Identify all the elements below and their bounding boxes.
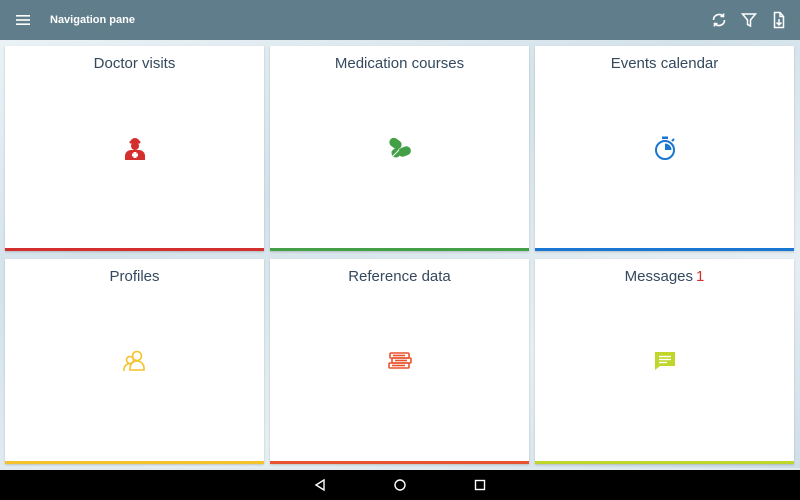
menu-icon[interactable] — [12, 9, 34, 31]
recents-icon[interactable] — [470, 475, 490, 495]
tile-accent-bar — [270, 248, 529, 251]
filter-icon[interactable] — [738, 9, 760, 31]
unread-count-badge: 1 — [696, 268, 705, 285]
home-icon[interactable] — [390, 475, 410, 495]
app-bar-title: Navigation pane — [50, 14, 135, 26]
tile-title: Doctor visits — [93, 55, 176, 72]
tile-doctor-visits[interactable]: Doctor visits — [5, 46, 264, 251]
back-icon[interactable] — [310, 475, 330, 495]
books-icon — [387, 348, 413, 374]
navigation-grid: Doctor visits Medication courses Events … — [5, 46, 794, 464]
tile-title: Profiles — [109, 268, 160, 285]
sync-icon[interactable] — [708, 9, 730, 31]
stopwatch-icon — [652, 135, 678, 161]
tile-title: Events calendar — [610, 55, 719, 72]
tile-title: Medication courses — [334, 55, 465, 72]
doctor-icon — [122, 135, 148, 161]
tile-title: Messages 1 — [624, 268, 705, 285]
tile-accent-bar — [535, 461, 794, 464]
export-icon[interactable] — [768, 9, 790, 31]
app-bar: Navigation pane — [0, 0, 800, 40]
system-nav-bar — [0, 470, 800, 500]
app-bar-actions — [708, 9, 790, 31]
tile-medication-courses[interactable]: Medication courses — [270, 46, 529, 251]
tile-messages[interactable]: Messages 1 — [535, 259, 794, 464]
tile-accent-bar — [535, 248, 794, 251]
tile-events-calendar[interactable]: Events calendar — [535, 46, 794, 251]
message-icon — [652, 348, 678, 374]
profiles-icon — [122, 348, 148, 374]
tile-title: Reference data — [348, 268, 451, 285]
tile-accent-bar — [5, 461, 264, 464]
tile-profiles[interactable]: Profiles — [5, 259, 264, 464]
tile-accent-bar — [5, 248, 264, 251]
tile-reference-data[interactable]: Reference data — [270, 259, 529, 464]
tile-accent-bar — [270, 461, 529, 464]
pills-icon — [387, 135, 413, 161]
